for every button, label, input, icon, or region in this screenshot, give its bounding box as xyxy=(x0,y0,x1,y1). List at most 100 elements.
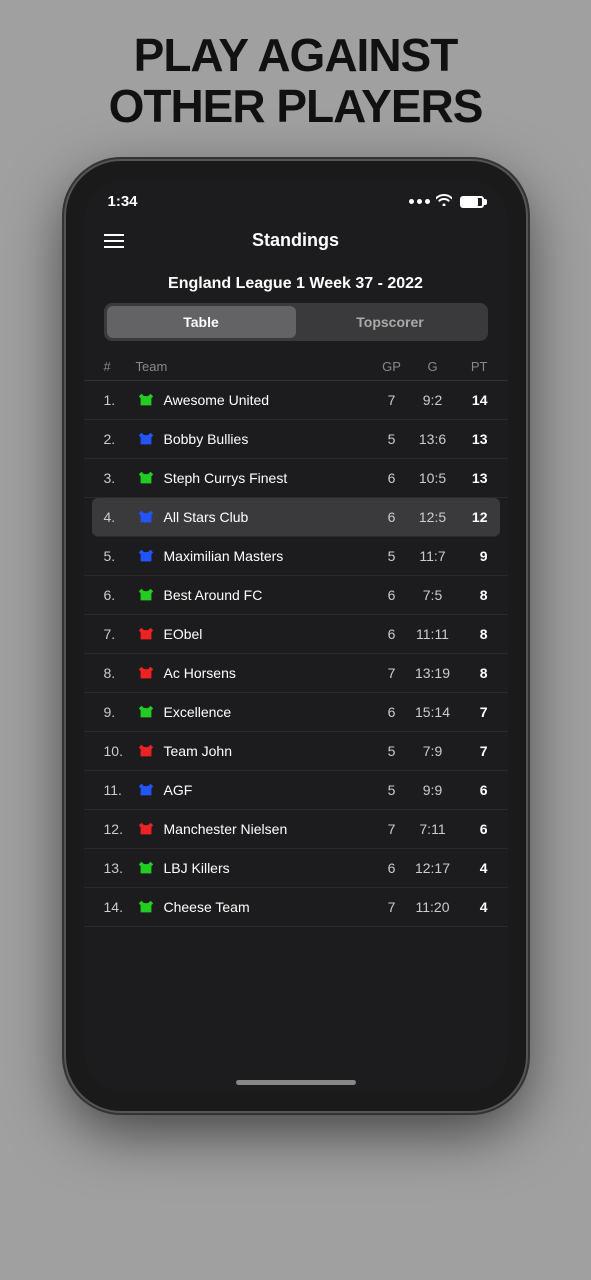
table-row[interactable]: 6. Best Around FC 6 7:5 8 xyxy=(84,576,508,615)
team-points: 4 xyxy=(456,860,488,876)
signal-icon xyxy=(409,199,430,204)
team-points: 8 xyxy=(456,665,488,681)
jersey-icon xyxy=(136,585,156,605)
jersey-icon xyxy=(136,780,156,800)
col-team-header: Team xyxy=(128,359,374,374)
team-name: All Stars Club xyxy=(164,509,374,525)
rank-number: 9. xyxy=(104,704,128,720)
rank-number: 6. xyxy=(104,587,128,603)
team-gp: 5 xyxy=(374,743,410,759)
jersey-icon xyxy=(136,702,156,722)
team-goals: 13:19 xyxy=(410,665,456,681)
standings-table: 1. Awesome United 7 9:2 14 2. Bobby Bull… xyxy=(84,381,508,1072)
jersey-icon xyxy=(136,858,156,878)
jersey-icon xyxy=(136,429,156,449)
table-row[interactable]: 2. Bobby Bullies 5 13:6 13 xyxy=(84,420,508,459)
team-goals: 13:6 xyxy=(410,431,456,447)
team-gp: 7 xyxy=(374,899,410,915)
team-name: Cheese Team xyxy=(164,899,374,915)
team-name: AGF xyxy=(164,782,374,798)
table-row[interactable]: 5. Maximilian Masters 5 11:7 9 xyxy=(84,537,508,576)
team-name: Awesome United xyxy=(164,392,374,408)
tab-table[interactable]: Table xyxy=(107,306,296,338)
table-header: # Team GP G PT xyxy=(84,353,508,381)
team-gp: 6 xyxy=(374,626,410,642)
team-points: 6 xyxy=(456,821,488,837)
table-row[interactable]: 11. AGF 5 9:9 6 xyxy=(84,771,508,810)
status-icons xyxy=(409,194,484,209)
jersey-icon xyxy=(136,624,156,644)
team-points: 13 xyxy=(456,431,488,447)
table-row[interactable]: 10. Team John 5 7:9 7 xyxy=(84,732,508,771)
team-gp: 5 xyxy=(374,548,410,564)
home-bar xyxy=(236,1080,356,1085)
phone-frame: 1:34 Standings xyxy=(66,161,526,1111)
team-points: 6 xyxy=(456,782,488,798)
col-gp-header: GP xyxy=(374,359,410,374)
team-goals: 9:9 xyxy=(410,782,456,798)
rank-number: 14. xyxy=(104,899,128,915)
battery-icon xyxy=(460,196,484,208)
table-row[interactable]: 8. Ac Horsens 7 13:19 8 xyxy=(84,654,508,693)
table-row[interactable]: 14. Cheese Team 7 11:20 4 xyxy=(84,888,508,927)
team-name: Best Around FC xyxy=(164,587,374,603)
rank-number: 4. xyxy=(104,509,128,525)
team-gp: 7 xyxy=(374,665,410,681)
home-indicator xyxy=(84,1072,508,1093)
team-name: EObel xyxy=(164,626,374,642)
tab-switcher: Table Topscorer xyxy=(104,303,488,341)
tab-topscorer[interactable]: Topscorer xyxy=(296,306,485,338)
team-gp: 6 xyxy=(374,587,410,603)
jersey-icon xyxy=(136,546,156,566)
status-bar: 1:34 xyxy=(84,179,508,218)
team-goals: 7:9 xyxy=(410,743,456,759)
league-title: England League 1 Week 37 - 2022 xyxy=(84,263,508,303)
team-name: Excellence xyxy=(164,704,374,720)
team-goals: 12:5 xyxy=(410,509,456,525)
team-name: Team John xyxy=(164,743,374,759)
table-row[interactable]: 3. Steph Currys Finest 6 10:5 13 xyxy=(84,459,508,498)
rank-number: 12. xyxy=(104,821,128,837)
headline: PLAY AGAINST OTHER PLAYERS xyxy=(109,30,483,131)
team-points: 7 xyxy=(456,743,488,759)
table-row[interactable]: 12. Manchester Nielsen 7 7:11 6 xyxy=(84,810,508,849)
team-points: 14 xyxy=(456,392,488,408)
rank-number: 13. xyxy=(104,860,128,876)
wifi-icon xyxy=(436,194,452,209)
team-gp: 6 xyxy=(374,509,410,525)
rank-number: 8. xyxy=(104,665,128,681)
table-row[interactable]: 13. LBJ Killers 6 12:17 4 xyxy=(84,849,508,888)
team-name: Steph Currys Finest xyxy=(164,470,374,486)
team-points: 9 xyxy=(456,548,488,564)
col-g-header: G xyxy=(410,359,456,374)
rank-number: 10. xyxy=(104,743,128,759)
team-goals: 7:11 xyxy=(410,821,456,837)
rank-number: 7. xyxy=(104,626,128,642)
team-gp: 5 xyxy=(374,431,410,447)
team-points: 4 xyxy=(456,899,488,915)
table-row[interactable]: 4. All Stars Club 6 12:5 12 xyxy=(92,498,500,537)
menu-button[interactable] xyxy=(104,234,124,248)
team-gp: 6 xyxy=(374,704,410,720)
team-gp: 5 xyxy=(374,782,410,798)
table-row[interactable]: 1. Awesome United 7 9:2 14 xyxy=(84,381,508,420)
jersey-icon xyxy=(136,663,156,683)
jersey-icon xyxy=(136,468,156,488)
team-gp: 7 xyxy=(374,821,410,837)
header-title: Standings xyxy=(252,230,339,251)
team-goals: 10:5 xyxy=(410,470,456,486)
team-points: 7 xyxy=(456,704,488,720)
team-name: Maximilian Masters xyxy=(164,548,374,564)
table-row[interactable]: 9. Excellence 6 15:14 7 xyxy=(84,693,508,732)
team-points: 12 xyxy=(456,509,488,525)
col-rank-header: # xyxy=(104,359,128,374)
table-row[interactable]: 7. EObel 6 11:11 8 xyxy=(84,615,508,654)
jersey-icon xyxy=(136,819,156,839)
rank-number: 1. xyxy=(104,392,128,408)
jersey-icon xyxy=(136,507,156,527)
team-goals: 15:14 xyxy=(410,704,456,720)
team-goals: 11:7 xyxy=(410,548,456,564)
status-time: 1:34 xyxy=(108,193,138,210)
jersey-icon xyxy=(136,741,156,761)
team-name: Bobby Bullies xyxy=(164,431,374,447)
